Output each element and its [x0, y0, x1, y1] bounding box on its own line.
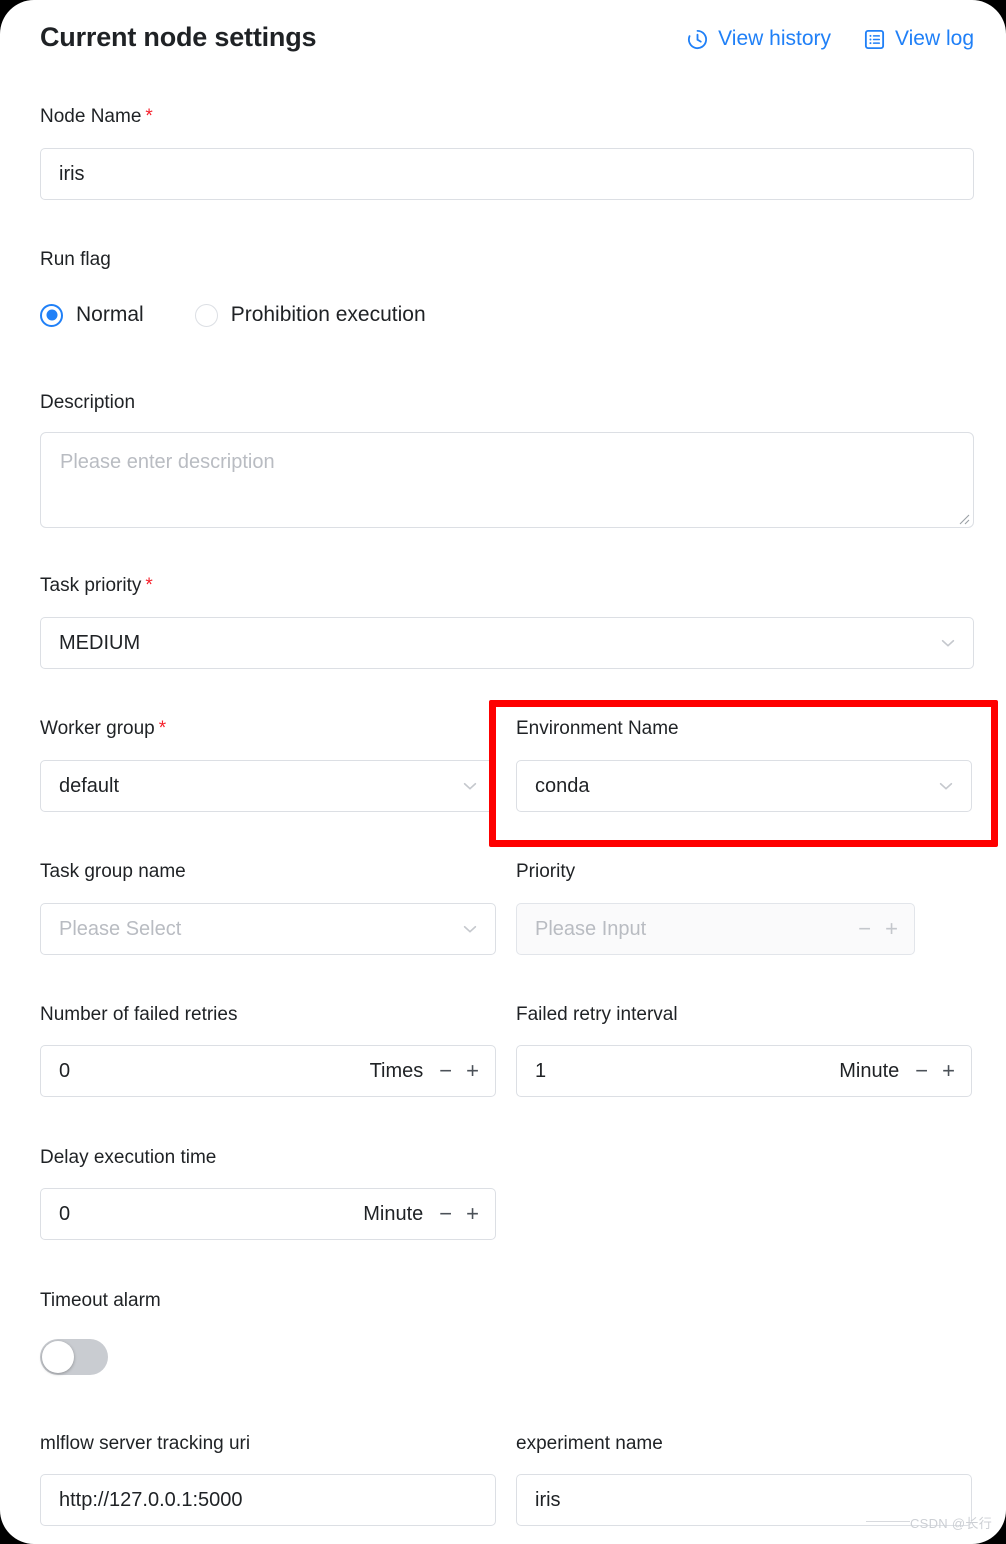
- failed-retry-interval-value: 1: [535, 1059, 547, 1082]
- failed-retry-interval-stepper[interactable]: 1 Minute − +: [516, 1045, 972, 1097]
- view-history-label: View history: [718, 27, 831, 50]
- minus-icon[interactable]: −: [858, 918, 871, 940]
- header-actions: View history View log: [686, 27, 974, 51]
- task-priority-label: Task priority *: [40, 575, 153, 597]
- priority-placeholder: Please Input: [535, 917, 647, 940]
- delay-execution-time-stepper[interactable]: 0 Minute − +: [40, 1188, 496, 1240]
- watermark-rule: [866, 1521, 910, 1522]
- node-name-input[interactable]: iris: [40, 148, 974, 200]
- environment-name-label: Environment Name: [516, 718, 679, 739]
- worker-group-value: default: [59, 774, 120, 797]
- experiment-name-value: iris: [535, 1488, 561, 1511]
- task-group-name-placeholder: Please Select: [59, 917, 182, 940]
- watermark: CSDN @长行: [909, 1516, 992, 1531]
- failed-retries-label: Number of failed retries: [40, 1004, 238, 1025]
- worker-group-label: Worker group *: [40, 718, 166, 740]
- run-flag-option-normal[interactable]: Normal: [40, 303, 144, 327]
- run-flag-option-prohibition-label: Prohibition execution: [230, 303, 426, 326]
- description-label: Description: [40, 392, 136, 413]
- resize-handle-icon[interactable]: [956, 511, 970, 525]
- task-priority-select[interactable]: MEDIUM: [40, 617, 974, 669]
- clock-history-icon: [686, 28, 709, 51]
- priority-stepper[interactable]: Please Input − +: [516, 903, 915, 955]
- delay-execution-time-value: 0: [59, 1202, 71, 1225]
- task-priority-value: MEDIUM: [59, 631, 141, 654]
- minus-icon[interactable]: −: [439, 1060, 452, 1082]
- task-group-name-select[interactable]: Please Select: [40, 903, 496, 955]
- run-flag-option-prohibition[interactable]: Prohibition execution: [194, 303, 426, 327]
- experiment-name-label: experiment name: [516, 1433, 663, 1454]
- plus-icon[interactable]: +: [466, 1060, 479, 1082]
- radio-selected-icon: [40, 303, 63, 327]
- failed-retries-unit: Times: [369, 1059, 424, 1082]
- failed-retry-interval-stepper-controls[interactable]: − +: [909, 1060, 971, 1082]
- document-list-icon: [863, 28, 886, 51]
- environment-name-select[interactable]: conda: [516, 760, 972, 812]
- chevron-down-icon: [453, 920, 495, 938]
- run-flag-label: Run flag: [40, 249, 111, 270]
- plus-icon[interactable]: +: [466, 1203, 479, 1225]
- card-header: Current node settings View history View …: [40, 22, 974, 66]
- node-name-label-text: Node Name: [40, 106, 142, 127]
- run-flag-option-normal-label: Normal: [76, 303, 144, 326]
- task-group-name-label: Task group name: [40, 861, 186, 882]
- description-textarea[interactable]: Please enter description: [40, 432, 974, 528]
- node-name-label: Node Name *: [40, 106, 153, 128]
- delay-execution-time-unit: Minute: [363, 1202, 424, 1225]
- environment-name-value: conda: [535, 774, 590, 797]
- failed-retries-stepper-controls[interactable]: − +: [433, 1060, 495, 1082]
- priority-stepper-controls[interactable]: − +: [852, 918, 914, 940]
- radio-unselected-icon: [194, 303, 218, 327]
- node-name-value: iris: [59, 162, 85, 185]
- delay-execution-time-stepper-controls[interactable]: − +: [433, 1203, 495, 1225]
- chevron-down-icon: [929, 777, 971, 795]
- task-priority-required-marker: *: [145, 575, 153, 596]
- view-log-label: View log: [895, 27, 974, 50]
- task-priority-label-text: Task priority: [40, 575, 142, 596]
- view-log-button[interactable]: View log: [863, 27, 974, 51]
- experiment-name-input[interactable]: iris: [516, 1474, 972, 1526]
- description-placeholder: Please enter description: [60, 451, 275, 473]
- failed-retry-interval-unit: Minute: [839, 1059, 900, 1082]
- priority-label: Priority: [516, 861, 576, 882]
- mlflow-tracking-uri-label: mlflow server tracking uri: [40, 1433, 251, 1454]
- minus-icon[interactable]: −: [439, 1203, 452, 1225]
- node-name-required-marker: *: [145, 106, 153, 127]
- run-flag-radio-group: Normal Prohibition execution: [40, 303, 426, 327]
- chevron-down-icon: [453, 777, 495, 795]
- worker-group-label-text: Worker group: [40, 718, 155, 739]
- mlflow-tracking-uri-input[interactable]: http://127.0.0.1:5000: [40, 1474, 496, 1526]
- timeout-alarm-label: Timeout alarm: [40, 1290, 161, 1311]
- failed-retries-stepper[interactable]: 0 Times − +: [40, 1045, 496, 1097]
- failed-retry-interval-label: Failed retry interval: [516, 1004, 678, 1025]
- plus-icon[interactable]: +: [942, 1060, 955, 1082]
- minus-icon[interactable]: −: [915, 1060, 928, 1082]
- mlflow-tracking-uri-value: http://127.0.0.1:5000: [59, 1488, 243, 1511]
- chevron-down-icon: [931, 634, 973, 652]
- view-history-button[interactable]: View history: [686, 27, 831, 51]
- page-title: Current node settings: [40, 22, 317, 52]
- toggle-knob: [42, 1341, 74, 1373]
- worker-group-select[interactable]: default: [40, 760, 496, 812]
- worker-group-required-marker: *: [158, 718, 167, 739]
- node-settings-card: Current node settings View history View …: [0, 0, 1006, 1544]
- delay-execution-time-label: Delay execution time: [40, 1147, 217, 1168]
- timeout-alarm-toggle[interactable]: [40, 1339, 108, 1375]
- plus-icon[interactable]: +: [885, 918, 898, 940]
- failed-retries-value: 0: [59, 1059, 71, 1082]
